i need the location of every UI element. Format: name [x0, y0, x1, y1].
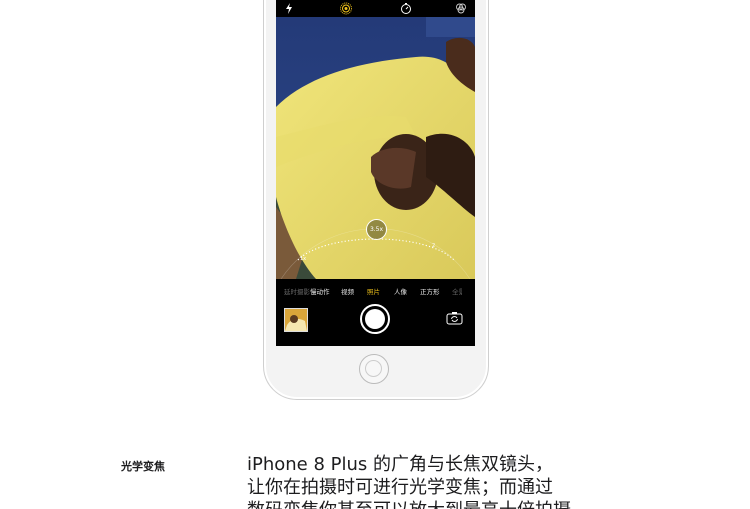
home-button[interactable]	[359, 354, 389, 384]
zoom-level-indicator[interactable]: 3.5x	[366, 219, 387, 240]
live-photo-icon[interactable]	[339, 2, 353, 15]
feature-line: 让你在拍摄时可进行光学变焦；而通过	[247, 477, 553, 498]
thumbnail-image	[285, 309, 307, 331]
timer-icon[interactable]	[399, 2, 413, 15]
mode-photo[interactable]: 照片	[367, 286, 380, 296]
camera-controls	[276, 301, 475, 346]
mode-square[interactable]: 正方形	[420, 286, 440, 296]
zoom-max-label: 2	[432, 243, 436, 249]
mode-pano[interactable]: 全景	[452, 286, 462, 296]
filters-icon[interactable]	[454, 2, 468, 15]
last-photo-thumbnail[interactable]	[284, 308, 308, 332]
camera-screen: 3.5x 1x 2 延时摄影 慢动作 视频 照片 人像 正方形 全景	[276, 0, 475, 346]
shutter-button-core	[365, 309, 385, 329]
mode-slomo[interactable]: 慢动作	[310, 286, 330, 296]
mode-portrait[interactable]: 人像	[394, 286, 407, 296]
camera-mode-selector: 延时摄影 慢动作 视频 照片 人像 正方形 全景	[276, 279, 475, 301]
flash-icon[interactable]	[282, 2, 296, 15]
mode-timelapse[interactable]: 延时摄影	[284, 286, 310, 296]
mode-video[interactable]: 视频	[341, 286, 354, 296]
feature-description: iPhone 8 Plus 的广角与长焦双镜头， 让你在拍摄时可进行光学变焦；而…	[247, 453, 577, 509]
switch-camera-icon[interactable]	[446, 311, 463, 325]
feature-line: 数码变焦你甚至可以放大到最高十倍拍摄	[247, 499, 577, 509]
shutter-button[interactable]	[360, 304, 390, 334]
home-button-ring	[365, 360, 382, 377]
feature-label: 光学变焦	[121, 460, 165, 473]
feature-line: iPhone 8 Plus 的广角与长焦双镜头，	[247, 454, 554, 475]
zoom-min-label: 1x	[300, 256, 307, 262]
camera-viewfinder[interactable]: 3.5x 1x 2	[276, 17, 475, 279]
camera-top-bar	[276, 0, 475, 17]
